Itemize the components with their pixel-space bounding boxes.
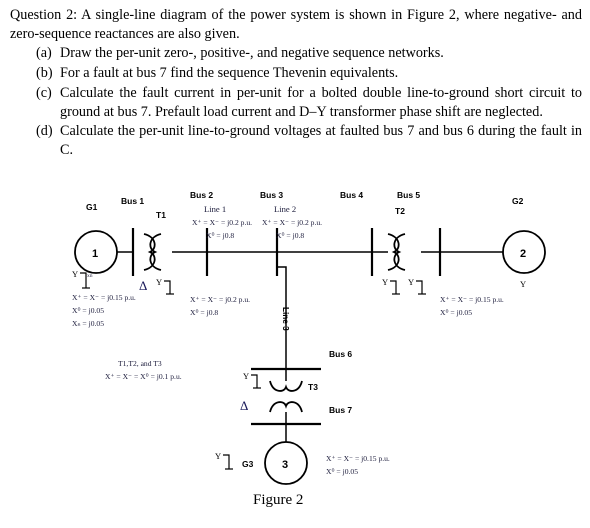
line2-posneg-reactance: X⁺ = X⁻ = j0.2 p.u. <box>262 218 322 227</box>
generator-g1-neutral-label: xn <box>87 273 93 279</box>
transformer-t3-bottom-coil <box>269 401 303 413</box>
generator-g3-wye-symbol: Y <box>215 451 221 461</box>
question-block: Question 2: A single-line diagram of the… <box>10 6 582 160</box>
bus4-label: Bus 4 <box>340 190 363 200</box>
transformer-t1-right-coil <box>149 233 162 271</box>
bus2-label: Bus 2 <box>190 190 213 200</box>
transformer-t2-left-wye-symbol: Y <box>382 277 388 287</box>
question-part-c: (c) Calculate the fault current in per-u… <box>36 84 582 121</box>
generator-g1-neutral-lead <box>80 272 87 288</box>
transformer-t2-label: T2 <box>395 206 405 216</box>
question-part-a: (a) Draw the per-unit zero-, positive-, … <box>36 44 582 63</box>
generator-g2-wye-symbol: Y <box>520 279 526 289</box>
bus5-label: Bus 5 <box>397 190 420 200</box>
transformer-t1-label: T1 <box>156 210 166 220</box>
generator-g1-zero-reactance: X⁰ = j0.05 <box>72 306 104 315</box>
question-part-a-text: Draw the per-unit zero-, positive-, and … <box>60 45 444 62</box>
generator-g2-zero-reactance: X⁰ = j0.05 <box>440 308 472 317</box>
bus6-label: Bus 6 <box>329 349 352 359</box>
transformer-t3-delta-symbol: Δ <box>240 398 248 413</box>
transformer-t2-right-wye-symbol: Y <box>408 277 414 287</box>
transformer-t2-left-ground-lead <box>390 280 397 294</box>
bus7-label: Bus 7 <box>329 405 352 415</box>
question-part-c-text: Calculate the fault current in per-unit … <box>60 84 582 120</box>
generator-g3-number: 3 <box>282 459 288 471</box>
question-part-d-text: Calculate the per-unit line-to-ground vo… <box>60 123 582 159</box>
question-part-b-marker: (b) <box>36 65 53 82</box>
question-part-b-text: For a fault at bus 7 find the sequence T… <box>60 65 399 82</box>
transformer-t3-label: T3 <box>308 382 318 392</box>
generator-g1-label: G1 <box>86 202 98 212</box>
generator-g1-number: 1 <box>92 248 98 260</box>
generator-g3-zero-reactance: X⁰ = j0.05 <box>326 467 358 476</box>
transformer-note-title: T1,T2, and T3 <box>118 359 162 368</box>
transformer-t3-top-coil <box>269 380 303 392</box>
generator-g3-posneg-reactance: X⁺ = X⁻ = j0.15 p.u. <box>326 454 390 463</box>
line1-zero-reactance: X⁰ = j0.8 <box>206 231 234 240</box>
question-parts-list: (a) Draw the per-unit zero-, positive-, … <box>10 44 582 159</box>
question-part-a-marker: (a) <box>36 45 52 62</box>
figure-caption: Figure 2 <box>253 492 303 508</box>
single-line-diagram-figure: Bus 1 Bus 2 Bus 3 Bus 4 Bus 5 Bus 6 Bus … <box>0 182 590 528</box>
transformer-note-value: X⁺ = X⁻ = X⁰ = j0.1 p.u. <box>105 372 182 381</box>
line1-label: Line 1 <box>204 204 226 214</box>
question-part-d: (d) Calculate the per-unit line-to-groun… <box>36 122 582 159</box>
line1-posneg-reactance: X⁺ = X⁻ = j0.2 p.u. <box>192 218 252 227</box>
question-part-b: (b) For a fault at bus 7 find the sequen… <box>36 64 582 83</box>
generator-g1-posneg-reactance: X⁺ = X⁻ = j0.15 p.u. <box>72 293 136 302</box>
transformer-t2-right-ground-lead <box>416 280 423 294</box>
question-stem: Question 2: A single-line diagram of the… <box>10 7 582 42</box>
generator-g3-ground-lead <box>223 454 230 469</box>
generator-g1-neutral-reactance: Xₙ = j0.05 <box>72 319 104 328</box>
transformer-t1-delta-symbol: Δ <box>139 278 147 293</box>
question-part-c-marker: (c) <box>36 84 52 101</box>
generator-g2-number: 2 <box>520 248 526 260</box>
line3-label: Line 3 <box>281 307 290 331</box>
generator-g2-label: G2 <box>512 196 524 206</box>
bus1-label: Bus 1 <box>121 196 144 206</box>
bus3-label: Bus 3 <box>260 190 283 200</box>
line3-posneg-reactance: X⁺ = X⁻ = j0.2 p.u. <box>190 295 250 304</box>
question-part-d-marker: (d) <box>36 123 53 140</box>
transformer-t1-ground-lead <box>164 280 171 294</box>
generator-g3-label: G3 <box>242 459 254 469</box>
line2-zero-reactance: X⁰ = j0.8 <box>276 231 304 240</box>
generator-g1-wye-symbol: Y <box>72 269 78 279</box>
transformer-t2-right-coil <box>393 233 406 271</box>
line2-label: Line 2 <box>274 204 296 214</box>
transformer-t2-left-coil <box>387 233 400 271</box>
generator-g2-posneg-reactance: X⁺ = X⁻ = j0.15 p.u. <box>440 295 504 304</box>
line3-zero-reactance: X⁰ = j0.8 <box>190 308 218 317</box>
transformer-t3-ground-lead <box>251 374 258 388</box>
transformer-t3-wye-symbol: Y <box>243 371 249 381</box>
transformer-t1-wye-symbol: Y <box>156 277 162 287</box>
transformer-t1-left-coil <box>143 233 156 271</box>
